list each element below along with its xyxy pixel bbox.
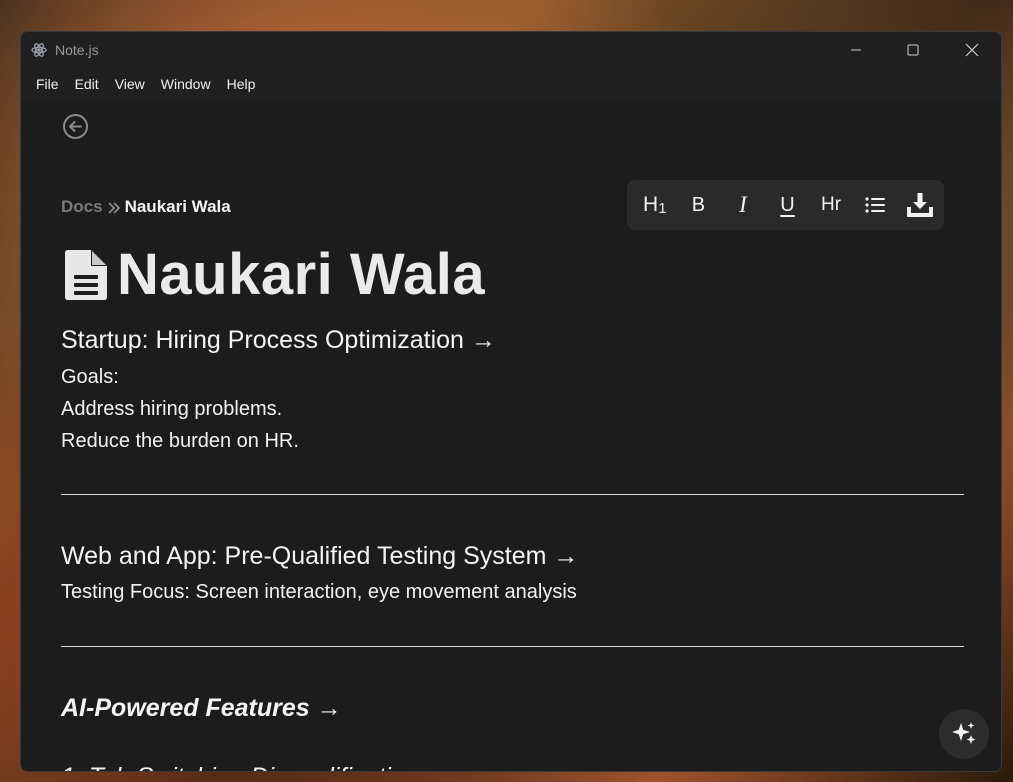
maximize-button[interactable] bbox=[890, 32, 936, 68]
testing-focus-text: Testing Focus: Screen interaction, eye m… bbox=[61, 581, 577, 603]
bullet-list-icon[interactable] bbox=[853, 180, 897, 230]
back-arrow-icon[interactable] bbox=[62, 113, 89, 140]
page-title: Naukari Wala bbox=[117, 242, 486, 307]
menu-help[interactable]: Help bbox=[219, 76, 264, 92]
ai-features-heading[interactable]: AI-Powered Features → bbox=[61, 694, 342, 723]
menu-bar: File Edit View Window Help bbox=[21, 68, 1001, 100]
download-icon[interactable] bbox=[896, 180, 944, 230]
format-toolbar: H1 B I U Hr bbox=[627, 180, 944, 230]
heading-button[interactable]: H1 bbox=[633, 180, 677, 230]
bold-button[interactable]: B bbox=[677, 180, 721, 230]
italic-button[interactable]: I bbox=[720, 180, 766, 230]
goal-item: Address hiring problems. bbox=[61, 398, 283, 420]
breadcrumb-current: Naukari Wala bbox=[124, 197, 231, 216]
menu-file[interactable]: File bbox=[28, 76, 67, 92]
menu-view[interactable]: View bbox=[107, 76, 153, 92]
window-title: Note.js bbox=[55, 42, 99, 58]
tab-switching-heading[interactable]: 1. Tab Switching Disqualification → bbox=[61, 763, 451, 771]
close-button[interactable] bbox=[949, 32, 995, 68]
underline-button[interactable]: U bbox=[766, 180, 810, 230]
chevron-double-right-icon bbox=[107, 200, 121, 214]
goals-label: Goals: bbox=[61, 366, 119, 388]
document-icon bbox=[63, 249, 109, 301]
divider bbox=[61, 494, 964, 495]
electron-icon bbox=[31, 42, 47, 58]
menu-window[interactable]: Window bbox=[153, 76, 219, 92]
web-app-heading[interactable]: Web and App: Pre-Qualified Testing Syste… bbox=[61, 542, 578, 571]
editor-content: Docs Naukari Wala H1 B I U Hr Naukari Wa… bbox=[21, 100, 1001, 771]
divider bbox=[61, 646, 964, 647]
app-window: Note.js File Edit View Window Help Docs bbox=[20, 31, 1002, 772]
document-title: Naukari Wala bbox=[63, 241, 485, 308]
startup-heading[interactable]: Startup: Hiring Process Optimization → bbox=[61, 326, 496, 355]
sparkle-icon[interactable] bbox=[939, 709, 989, 759]
title-bar: Note.js bbox=[21, 32, 1001, 68]
horizontal-rule-button[interactable]: Hr bbox=[809, 180, 853, 230]
menu-edit[interactable]: Edit bbox=[67, 76, 107, 92]
breadcrumb-docs[interactable]: Docs bbox=[61, 197, 103, 217]
goal-item: Reduce the burden on HR. bbox=[61, 430, 299, 452]
breadcrumb: Docs Naukari Wala bbox=[61, 197, 231, 217]
minimize-button[interactable] bbox=[833, 32, 879, 68]
